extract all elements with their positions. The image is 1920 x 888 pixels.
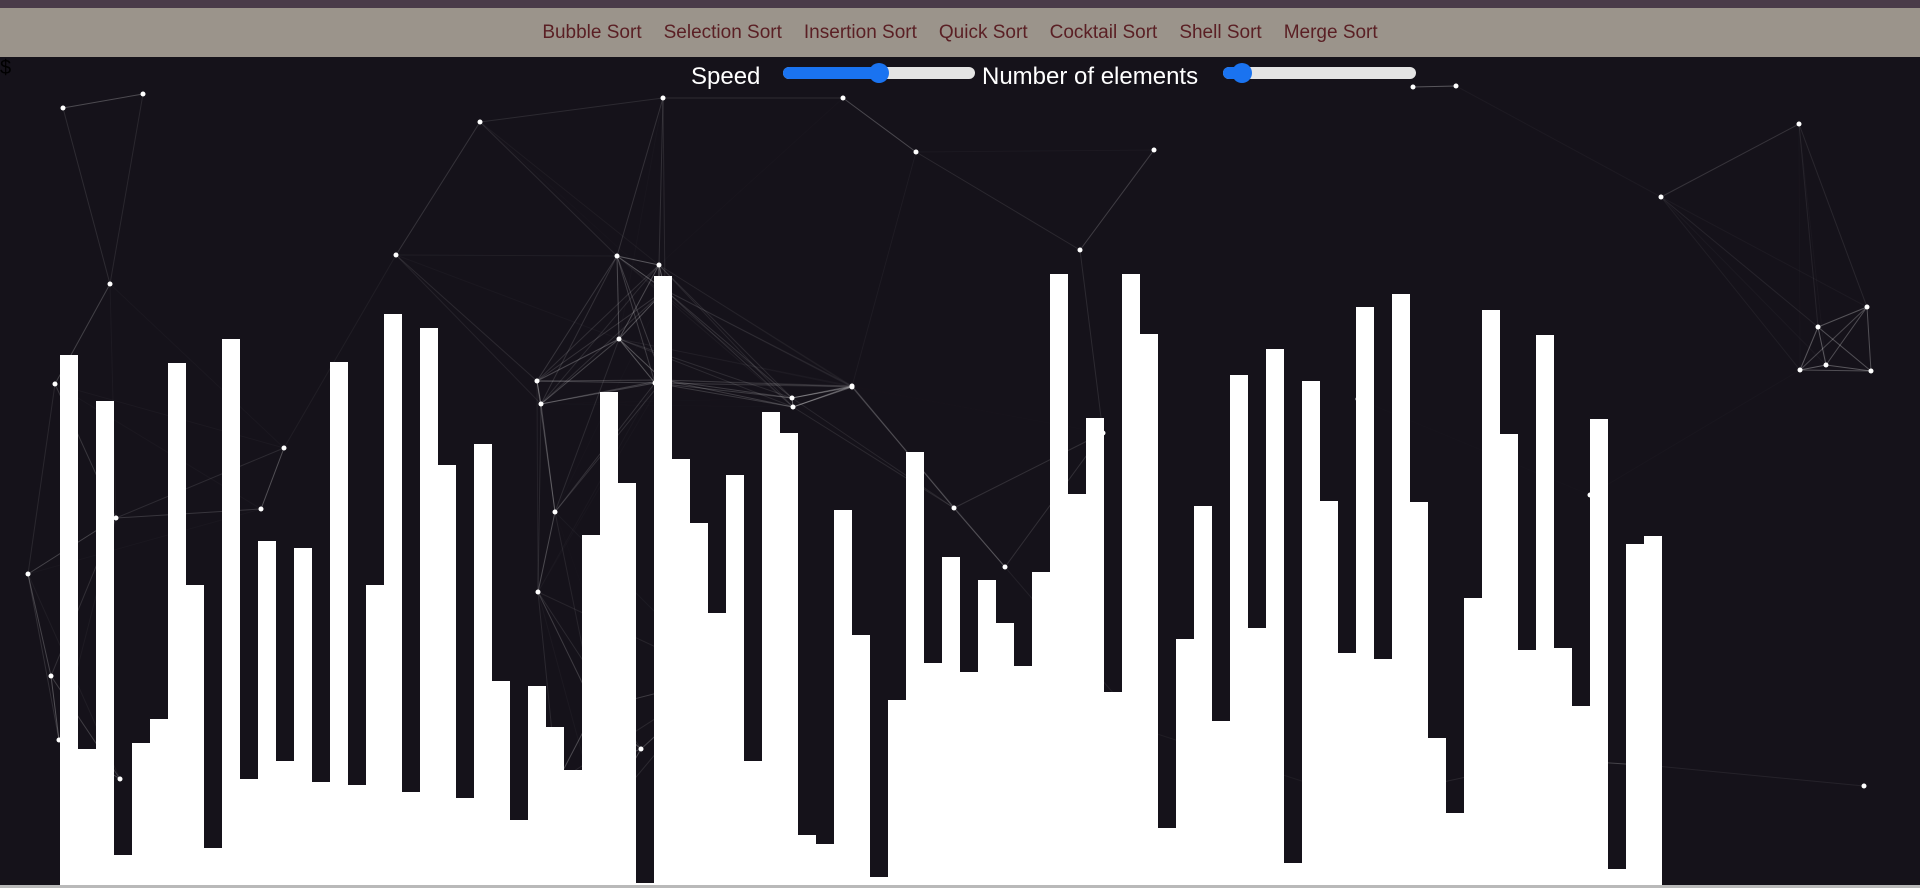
array-bar: [204, 848, 222, 885]
array-bar: [1122, 274, 1140, 885]
array-bar: [240, 779, 258, 885]
array-bar: [348, 785, 366, 885]
array-bar: [330, 362, 348, 885]
array-bar: [1590, 419, 1608, 885]
array-bar: [924, 663, 942, 885]
array-bar: [1518, 650, 1536, 885]
array-bar: [960, 672, 978, 885]
array-bar: [1086, 418, 1104, 885]
array-bar: [726, 475, 744, 885]
array-bar: [1464, 598, 1482, 885]
array-bar: [1068, 494, 1086, 885]
array-bar: [114, 855, 132, 885]
array-bar: [60, 355, 78, 885]
array-bar: [1410, 502, 1428, 885]
array-bar: [1446, 813, 1464, 885]
array-bar: [672, 459, 690, 885]
array-bar: [1338, 653, 1356, 885]
speed-slider[interactable]: [783, 63, 975, 83]
elements-label: Number of elements: [982, 63, 1199, 90]
array-bar: [1014, 666, 1032, 885]
array-bar: [1572, 706, 1590, 885]
array-bar: [384, 314, 402, 885]
array-bar: [1284, 863, 1302, 885]
array-bar: [1500, 434, 1518, 885]
array-bar: [402, 792, 420, 885]
speed-label: Speed: [691, 63, 761, 90]
array-bar: [1140, 334, 1158, 885]
array-bar: [492, 681, 510, 885]
array-bar: [1230, 375, 1248, 885]
array-bar: [654, 276, 672, 885]
array-bar: [366, 585, 384, 885]
array-bar: [1032, 572, 1050, 885]
array-bar: [186, 585, 204, 885]
array-bar: [1050, 274, 1068, 885]
array-bar: [888, 700, 906, 885]
array-bar: [942, 557, 960, 885]
array-bar: [798, 835, 816, 885]
speed-slider-thumb[interactable]: [869, 63, 889, 83]
array-bar: [1374, 659, 1392, 885]
array-bar: [276, 761, 294, 885]
array-bars-area: [0, 0, 1920, 888]
array-bar: [816, 844, 834, 885]
array-bar: [1536, 335, 1554, 885]
array-bar: [222, 339, 240, 885]
array-bar: [546, 727, 564, 885]
array-bar: [834, 510, 852, 885]
array-bar: [852, 635, 870, 885]
array-bar: [78, 749, 96, 885]
array-bar: [1428, 738, 1446, 885]
array-bar: [708, 613, 726, 885]
array-bar: [1644, 536, 1662, 885]
array-bar: [150, 719, 168, 885]
array-bar: [780, 433, 798, 885]
array-bar: [1482, 310, 1500, 885]
array-bar: [978, 580, 996, 885]
array-bar: [906, 452, 924, 885]
array-bar: [1302, 381, 1320, 885]
array-bar: [1356, 307, 1374, 885]
array-bar: [618, 483, 636, 885]
speed-slider-fill: [783, 67, 879, 79]
array-bar: [456, 798, 474, 885]
array-bar: [690, 523, 708, 885]
array-bar: [1158, 828, 1176, 885]
array-bar: [1320, 501, 1338, 885]
array-bar: [420, 328, 438, 885]
array-bar: [1212, 721, 1230, 885]
array-bar: [1626, 544, 1644, 885]
array-bar: [168, 363, 186, 885]
array-bar: [744, 761, 762, 885]
array-bar: [870, 877, 888, 885]
array-bar: [996, 623, 1014, 885]
array-bar: [132, 743, 150, 885]
array-bar: [1554, 648, 1572, 885]
array-bar: [564, 770, 582, 885]
array-bar: [1266, 349, 1284, 885]
array-bar: [312, 782, 330, 885]
array-bar: [258, 541, 276, 885]
array-bar: [600, 392, 618, 885]
elements-slider[interactable]: [1223, 63, 1416, 83]
array-bar: [510, 820, 528, 885]
array-bar: [474, 444, 492, 885]
array-bar: [582, 535, 600, 885]
array-bar: [762, 412, 780, 885]
array-bar: [1608, 869, 1626, 885]
array-bar: [96, 401, 114, 885]
array-bar: [1104, 692, 1122, 885]
array-bar: [438, 465, 456, 885]
array-bar: [1248, 628, 1266, 885]
array-bar: [1392, 294, 1410, 885]
stray-text: $: [0, 57, 12, 79]
array-bar: [294, 548, 312, 885]
array-bar: [528, 686, 546, 885]
array-bar: [1194, 506, 1212, 885]
array-bar: [1176, 639, 1194, 885]
